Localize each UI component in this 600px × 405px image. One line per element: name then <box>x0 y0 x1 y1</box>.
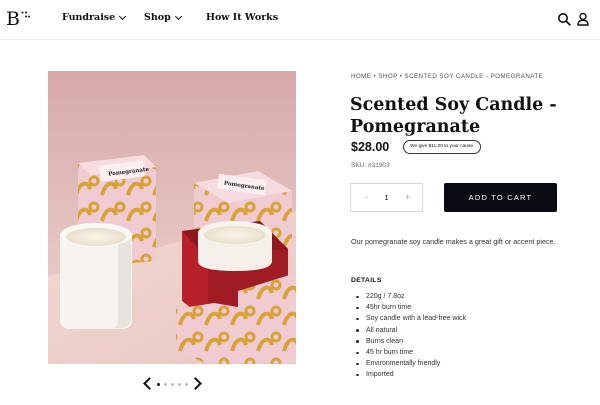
logo-dots-icon <box>21 11 30 18</box>
carousel-dots <box>157 383 188 386</box>
details-item: Burns clean <box>356 336 466 347</box>
breadcrumb-current: SCENTED SOY CANDLE - POMEGRANATE <box>404 73 544 80</box>
qty-value[interactable]: 1 <box>351 193 422 202</box>
add-to-cart-button[interactable]: ADD TO CART <box>444 183 557 212</box>
carousel-dot[interactable] <box>171 383 174 386</box>
nav-fundraise-label: Fundraise <box>62 12 116 23</box>
details-item: Environmentally friendly <box>356 358 466 369</box>
details-item: 45 hr burn time <box>356 347 466 358</box>
breadcrumb: HOME • SHOP • SCENTED SOY CANDLE - POMEG… <box>351 73 543 80</box>
product-image: Pomegranate Pomegranate <box>48 71 296 364</box>
details-heading: DETAILS <box>351 277 382 284</box>
product-sku: SKU: #31903 <box>351 162 390 169</box>
breadcrumb-shop[interactable]: SHOP <box>378 73 397 80</box>
breadcrumb-separator: • <box>373 73 377 80</box>
nav-how-it-works[interactable]: How It Works <box>206 12 278 23</box>
details-item: All natural <box>356 325 466 336</box>
nav-how-label: How It Works <box>206 12 279 23</box>
details-item: 45hr burn time <box>356 302 466 313</box>
white-candle <box>60 223 132 329</box>
product-title: Scented Soy Candle - Pomegranate <box>350 95 557 137</box>
details-item: Imported <box>356 369 466 380</box>
breadcrumb-separator: • <box>399 73 403 80</box>
breadcrumb-home[interactable]: HOME <box>351 73 371 80</box>
product-price: $28.00 <box>351 140 390 154</box>
chevron-down-icon <box>119 12 127 20</box>
chevron-left-icon[interactable] <box>143 377 156 390</box>
nav-fundraise[interactable]: Fundraise <box>62 12 127 23</box>
details-item: Soy candle with a lead-free wick <box>356 313 466 324</box>
carousel-dot[interactable] <box>157 383 160 386</box>
candle-photo: Pomegranate Pomegranate <box>48 71 296 364</box>
user-icon[interactable] <box>576 12 590 26</box>
logo[interactable]: B <box>6 8 30 30</box>
carousel-dot[interactable] <box>164 383 167 386</box>
donation-badge: We give $11.20 to your cause. <box>403 140 482 154</box>
image-carousel-controls <box>141 377 203 392</box>
carousel-dot[interactable] <box>185 383 188 386</box>
qty-increase-button[interactable]: + <box>405 192 410 202</box>
product-description: Our pomegranate soy candle makes a great… <box>351 237 556 246</box>
quantity-stepper: - 1 + <box>350 183 423 212</box>
carousel-dot[interactable] <box>178 383 181 386</box>
search-icon[interactable] <box>557 12 571 26</box>
details-item: 220g / 7.8oz <box>356 291 466 302</box>
nav-shop-label: Shop <box>144 12 171 23</box>
details-list: 220g / 7.8oz 45hr burn time Soy candle w… <box>356 291 466 381</box>
logo-letter: B <box>6 8 20 30</box>
chevron-down-icon <box>174 12 182 20</box>
chevron-right-icon[interactable] <box>189 377 202 390</box>
site-header: B Fundraise Shop How It Works <box>0 0 600 40</box>
nav-shop[interactable]: Shop <box>144 12 182 23</box>
